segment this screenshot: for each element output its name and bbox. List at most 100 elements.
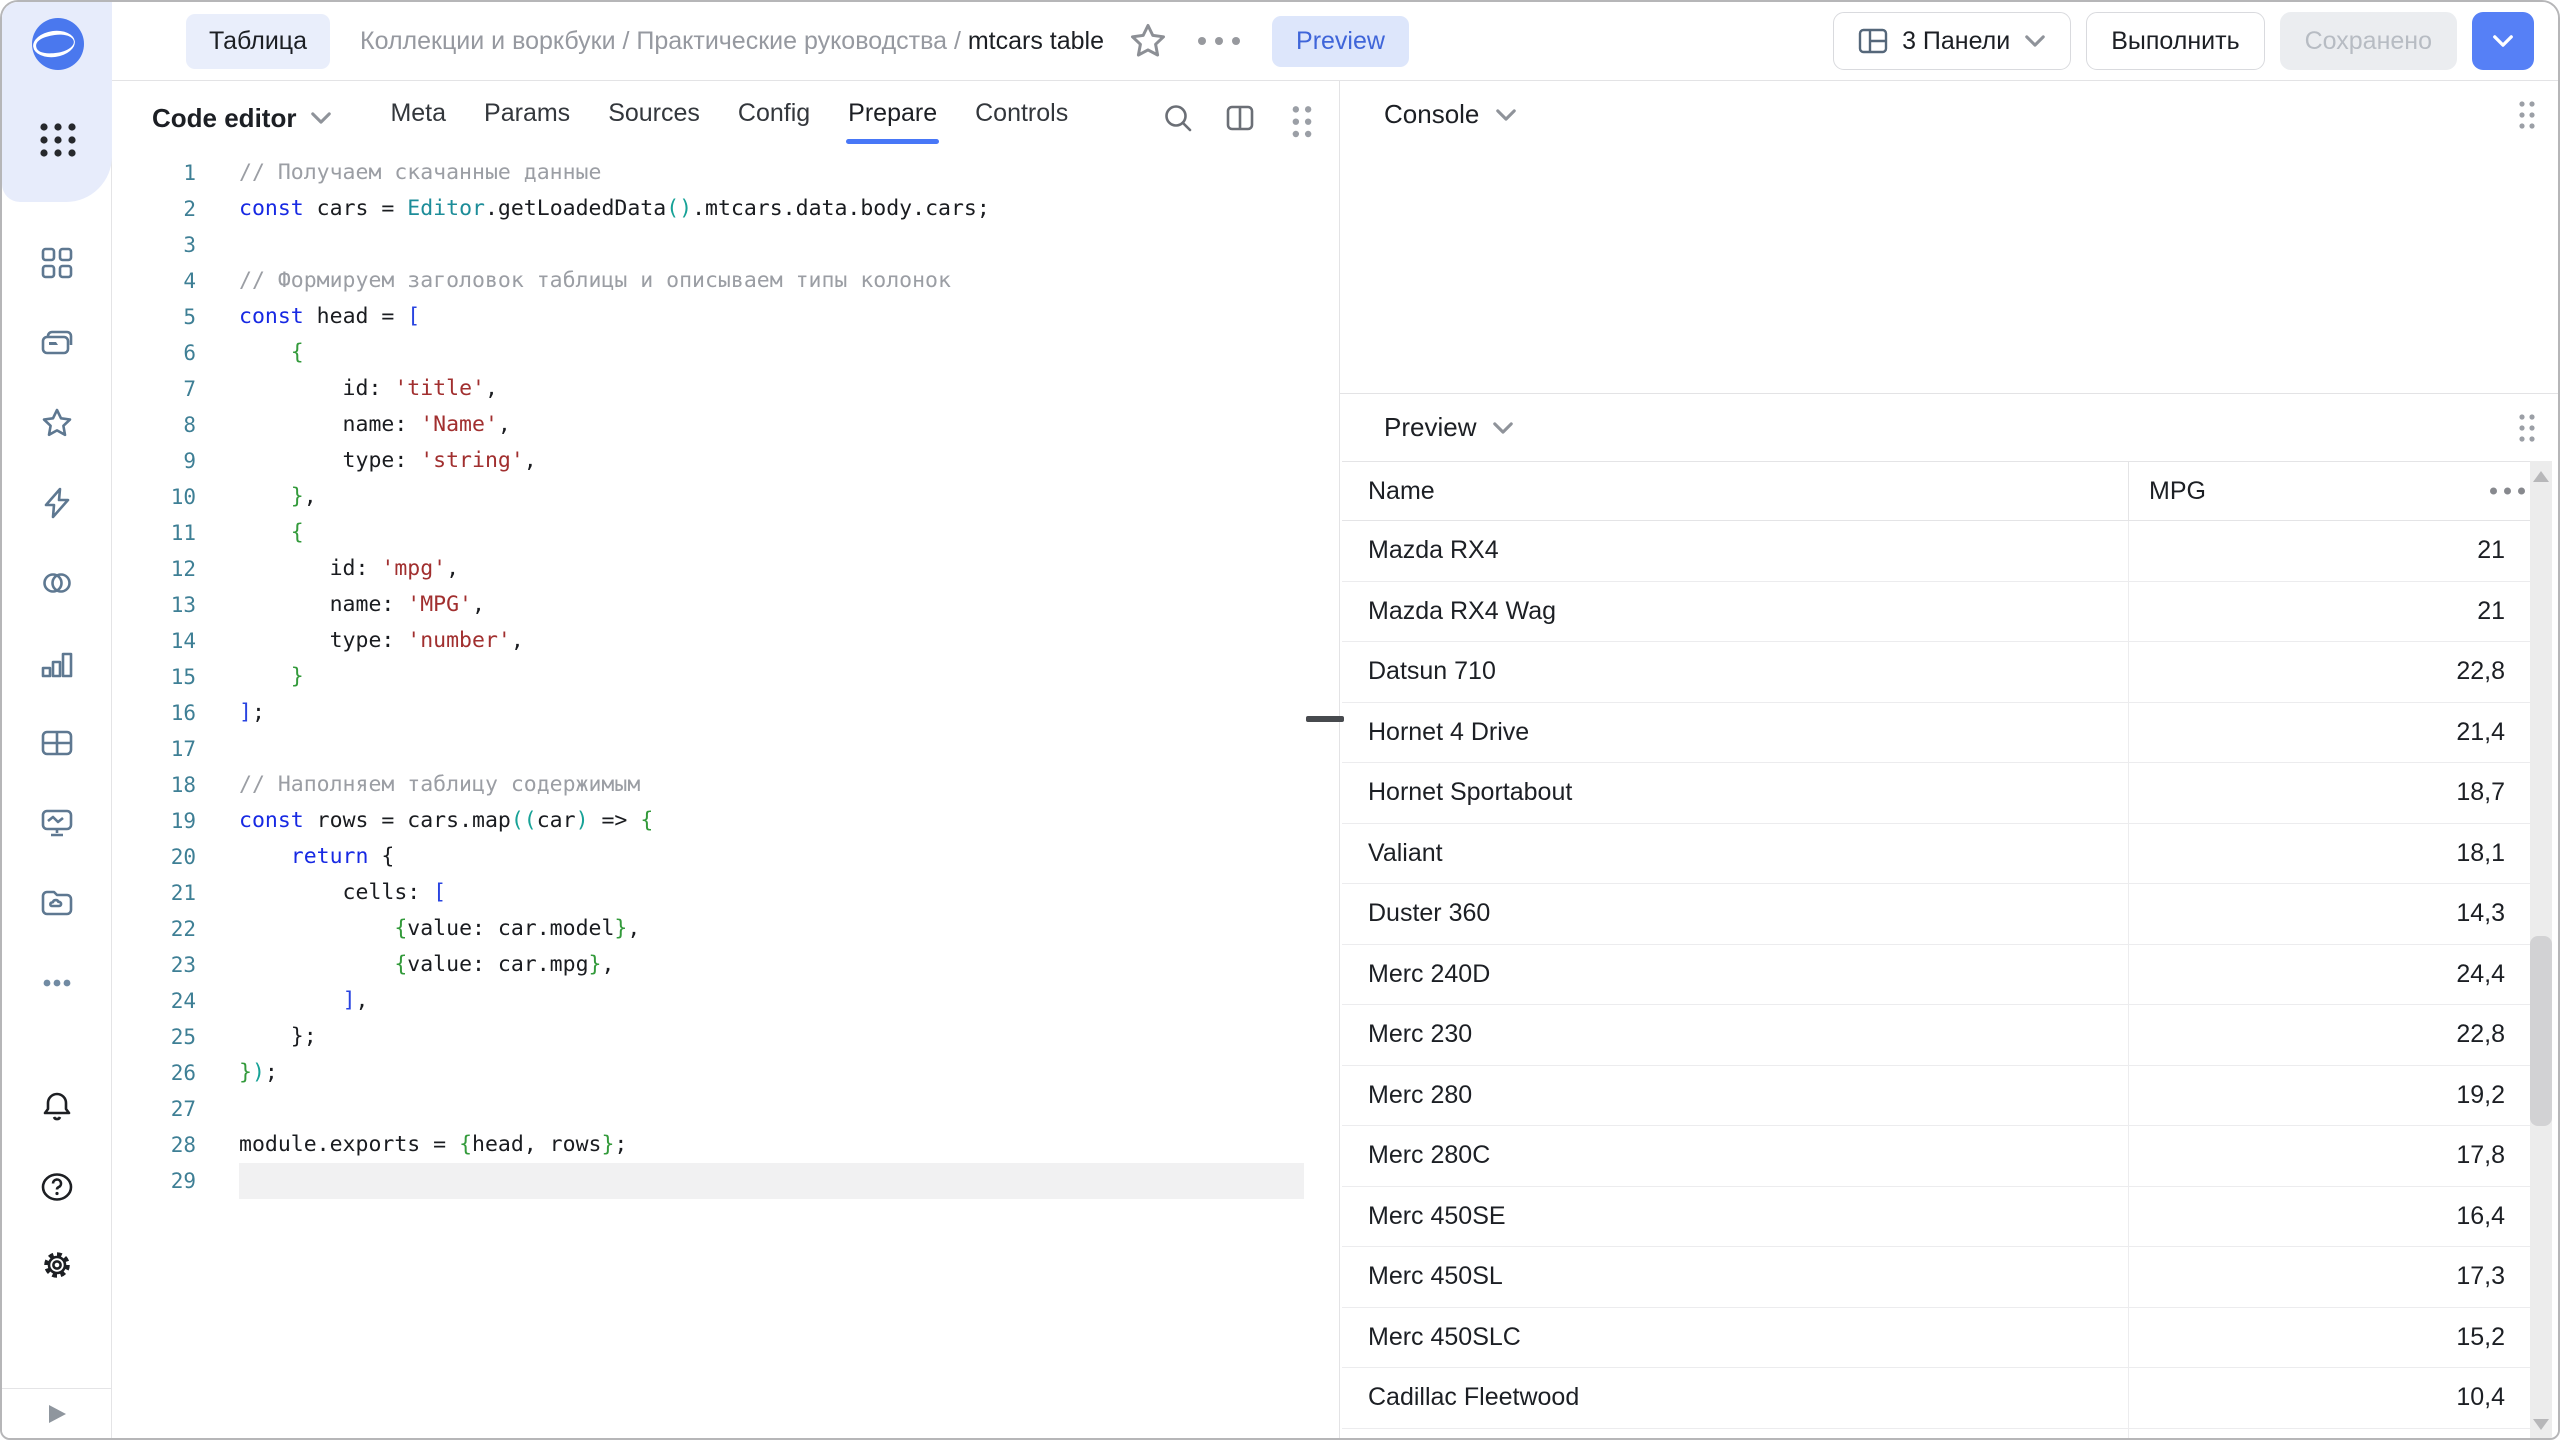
code-text[interactable]: module.exports = {head, rows}; bbox=[239, 1127, 1304, 1163]
code-line[interactable]: 10 }, bbox=[112, 479, 1304, 515]
preview-title[interactable]: Preview bbox=[1384, 412, 1476, 443]
code-text[interactable]: // Наполняем таблицу содержимым bbox=[239, 767, 1304, 803]
code-text[interactable]: { bbox=[239, 335, 1304, 371]
code-text[interactable]: type: 'number', bbox=[239, 623, 1304, 659]
code-line[interactable]: 18// Наполняем таблицу содержимым bbox=[112, 767, 1304, 803]
code-line[interactable]: 1// Получаем скачанные данные bbox=[112, 155, 1304, 191]
code-lines[interactable]: 1// Получаем скачанные данные2const cars… bbox=[112, 155, 1304, 1438]
code-line[interactable]: 16]; bbox=[112, 695, 1304, 731]
code-text[interactable] bbox=[239, 1163, 1304, 1199]
code-text[interactable]: {value: car.mpg}, bbox=[239, 947, 1304, 983]
code-line[interactable]: 20 return { bbox=[112, 839, 1304, 875]
tab-params[interactable]: Params bbox=[482, 93, 572, 144]
run-button[interactable]: Выполнить bbox=[2086, 12, 2264, 70]
notifications-bell-icon[interactable] bbox=[40, 1089, 74, 1123]
code-text[interactable]: } bbox=[239, 659, 1304, 695]
code-text[interactable]: }, bbox=[239, 479, 1304, 515]
code-line[interactable]: 15 } bbox=[112, 659, 1304, 695]
column-header-name[interactable]: Name bbox=[1342, 462, 2129, 520]
code-line[interactable]: 22 {value: car.model}, bbox=[112, 911, 1304, 947]
charts-icon[interactable] bbox=[40, 646, 74, 680]
search-icon[interactable] bbox=[1162, 102, 1194, 134]
drag-handle-icon[interactable] bbox=[1286, 102, 1318, 134]
console-title[interactable]: Console bbox=[1384, 99, 1479, 130]
scrollbar-thumb[interactable] bbox=[2530, 936, 2552, 1126]
code-text[interactable]: ], bbox=[239, 983, 1304, 1019]
code-line[interactable]: 27 bbox=[112, 1091, 1304, 1127]
tab-config[interactable]: Config bbox=[736, 93, 812, 144]
dashboards-icon[interactable] bbox=[40, 246, 74, 280]
splitter-handle[interactable] bbox=[1306, 716, 1344, 722]
code-line[interactable]: 12 id: 'mpg', bbox=[112, 551, 1304, 587]
code-line[interactable]: 14 type: 'number', bbox=[112, 623, 1304, 659]
breadcrumb[interactable]: Коллекции и воркбуки / Практические руко… bbox=[360, 27, 1104, 56]
code-line[interactable]: 21 cells: [ bbox=[112, 875, 1304, 911]
code-text[interactable]: return { bbox=[239, 839, 1304, 875]
preview-badge[interactable]: Preview bbox=[1272, 16, 1409, 67]
code-line[interactable]: 6 { bbox=[112, 335, 1304, 371]
code-text[interactable]: id: 'title', bbox=[239, 371, 1304, 407]
chevron-down-icon[interactable] bbox=[1492, 421, 1514, 435]
favorite-star-icon[interactable] bbox=[1128, 21, 1168, 61]
scroll-down-icon[interactable] bbox=[2533, 1419, 2549, 1430]
code-text[interactable] bbox=[239, 731, 1304, 767]
code-line[interactable]: 19const rows = cars.map((car) => { bbox=[112, 803, 1304, 839]
code-text[interactable]: const rows = cars.map((car) => { bbox=[239, 803, 1304, 839]
code-line[interactable]: 8 name: 'Name', bbox=[112, 407, 1304, 443]
code-text[interactable]: ]; bbox=[239, 695, 1304, 731]
code-text[interactable]: type: 'string', bbox=[239, 443, 1304, 479]
code-line[interactable]: 29 bbox=[112, 1163, 1304, 1199]
code-line[interactable]: 28module.exports = {head, rows}; bbox=[112, 1127, 1304, 1163]
code-line[interactable]: 7 id: 'title', bbox=[112, 371, 1304, 407]
more-items-icon[interactable] bbox=[40, 966, 74, 1000]
tab-meta[interactable]: Meta bbox=[388, 93, 448, 144]
code-line[interactable]: 24 ], bbox=[112, 983, 1304, 1019]
code-text[interactable]: name: 'Name', bbox=[239, 407, 1304, 443]
code-line[interactable]: 17 bbox=[112, 731, 1304, 767]
code-text[interactable]: const head = [ bbox=[239, 299, 1304, 335]
monitoring-icon[interactable] bbox=[40, 806, 74, 840]
expand-sidebar-icon[interactable] bbox=[44, 1402, 70, 1426]
datalens-logo-icon[interactable] bbox=[32, 18, 84, 70]
column-header-mpg[interactable]: MPG bbox=[2129, 462, 2531, 520]
code-line[interactable]: 11 { bbox=[112, 515, 1304, 551]
code-line[interactable]: 2const cars = Editor.getLoadedData().mtc… bbox=[112, 191, 1304, 227]
code-text[interactable]: }); bbox=[239, 1055, 1304, 1091]
collections-icon[interactable] bbox=[40, 326, 74, 360]
more-actions-icon[interactable] bbox=[1198, 37, 1240, 45]
code-text[interactable]: cells: [ bbox=[239, 875, 1304, 911]
breadcrumb-parents[interactable]: Коллекции и воркбуки / Практические руко… bbox=[360, 27, 968, 55]
settings-gear-icon[interactable] bbox=[40, 1248, 74, 1282]
code-text[interactable] bbox=[239, 227, 1304, 263]
code-text[interactable]: // Получаем скачанные данные bbox=[239, 155, 1304, 191]
code-line[interactable]: 4// Формируем заголовок таблицы и описыв… bbox=[112, 263, 1304, 299]
split-view-icon[interactable] bbox=[1224, 102, 1256, 134]
favorites-star-icon[interactable] bbox=[40, 406, 74, 440]
chevron-down-icon[interactable] bbox=[310, 111, 332, 125]
code-text[interactable]: {value: car.model}, bbox=[239, 911, 1304, 947]
datasets-icon[interactable] bbox=[40, 566, 74, 600]
tables-icon[interactable] bbox=[40, 726, 74, 760]
code-line[interactable]: 13 name: 'MPG', bbox=[112, 587, 1304, 623]
help-icon[interactable] bbox=[40, 1170, 74, 1204]
code-text[interactable]: // Формируем заголовок таблицы и описыва… bbox=[239, 263, 1304, 299]
tab-prepare[interactable]: Prepare bbox=[846, 93, 939, 144]
connections-lightning-icon[interactable] bbox=[40, 486, 74, 520]
code-line[interactable]: 25 }; bbox=[112, 1019, 1304, 1055]
table-options-icon[interactable] bbox=[2490, 488, 2525, 495]
code-line[interactable]: 5const head = [ bbox=[112, 299, 1304, 335]
preview-drag-handle-icon[interactable] bbox=[2514, 411, 2540, 445]
storage-folder-icon[interactable] bbox=[40, 886, 74, 920]
save-dropdown-button[interactable] bbox=[2472, 12, 2534, 70]
code-text[interactable]: }; bbox=[239, 1019, 1304, 1055]
code-text[interactable]: { bbox=[239, 515, 1304, 551]
scroll-up-icon[interactable] bbox=[2533, 471, 2549, 482]
code-line[interactable]: 26}); bbox=[112, 1055, 1304, 1091]
tab-controls[interactable]: Controls bbox=[973, 93, 1070, 144]
preview-scrollbar[interactable] bbox=[2530, 461, 2552, 1438]
panel-splitter[interactable] bbox=[1324, 81, 1339, 1438]
code-text[interactable] bbox=[239, 1091, 1304, 1127]
editor-title[interactable]: Code editor bbox=[152, 103, 296, 134]
chevron-down-icon[interactable] bbox=[1495, 108, 1517, 122]
doc-type-tab[interactable]: Таблица bbox=[186, 14, 330, 69]
